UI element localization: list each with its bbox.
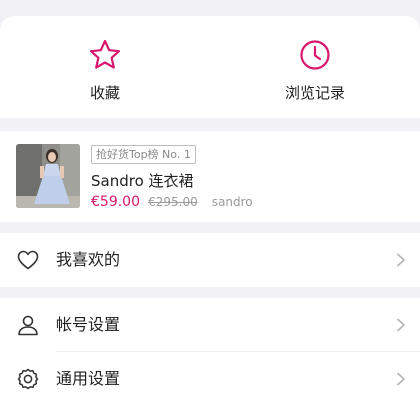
settings-icon: [17, 368, 39, 390]
favorites-shortcut[interactable]: 收藏: [0, 16, 210, 118]
star-icon: [89, 39, 121, 69]
shortcuts-card: 收藏 浏览记录: [0, 16, 420, 118]
chevron-right-icon: [397, 318, 405, 332]
chevron-right-icon: [397, 253, 405, 267]
menu-item-account[interactable]: 帐号设置: [0, 298, 420, 352]
history-shortcut[interactable]: 浏览记录: [210, 16, 420, 118]
heart-icon: [17, 250, 39, 270]
settings-group: 帐号设置 通用设置: [0, 298, 420, 420]
menu-label-account: 帐号设置: [56, 315, 121, 334]
menu-label-general: 通用设置: [56, 369, 121, 388]
product-title: Sandro 连衣裙: [91, 172, 194, 190]
favorites-label: 收藏: [89, 84, 120, 102]
chevron-right-icon: [397, 372, 405, 386]
clock-icon: [300, 40, 330, 70]
ranking-badge: 抢好货Top榜 No. 1: [91, 145, 196, 164]
product-image: [16, 144, 80, 208]
product-brand: sandro: [211, 195, 253, 209]
history-label: 浏览记录: [284, 84, 345, 102]
product-original-price: €295.00: [148, 195, 198, 209]
user-icon: [18, 315, 38, 336]
menu-item-favorites[interactable]: 我喜欢的: [0, 233, 420, 287]
product-card[interactable]: 抢好货Top榜 No. 1 Sandro 连衣裙 €59.00 €295.00 …: [0, 131, 420, 222]
menu-label-favorites: 我喜欢的: [56, 250, 121, 269]
price-row: €59.00 €295.00 sandro: [91, 192, 253, 211]
product-price: €59.00: [91, 194, 140, 210]
menu-item-general[interactable]: 通用设置: [0, 352, 420, 406]
favorites-group: 我喜欢的: [0, 233, 420, 287]
